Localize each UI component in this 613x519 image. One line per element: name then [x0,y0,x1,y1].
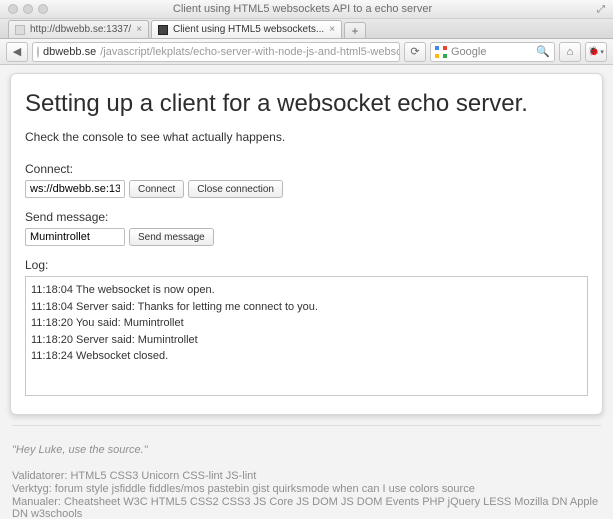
reload-button[interactable]: ⟳ [404,42,426,62]
tab-1[interactable]: Client using HTML5 websockets... × [151,20,342,38]
chevron-left-icon: ◀ [13,45,21,58]
connect-button[interactable]: Connect [129,180,184,198]
page-heading: Setting up a client for a websocket echo… [25,90,588,118]
zoom-window-button[interactable] [38,4,48,14]
chevron-down-icon: ▾ [600,48,604,56]
toolbar: ◀ dbwebb.se/javascript/lekplats/echo-ser… [0,39,613,65]
home-icon: ⌂ [567,46,574,58]
footer-quote: "Hey Luke, use the source." [12,444,601,456]
back-button[interactable]: ◀ [6,42,28,62]
log-output[interactable]: 11:18:04 The websocket is now open. 11:1… [25,276,588,396]
search-icon[interactable]: 🔍 [536,45,550,58]
connect-url-input[interactable] [25,180,125,198]
content-panel: Setting up a client for a websocket echo… [10,73,603,415]
minimize-window-button[interactable] [23,4,33,14]
reload-icon: ⟳ [410,45,419,58]
favicon-icon [15,25,25,35]
tab-label: Client using HTML5 websockets... [173,24,324,35]
tab-strip: http://dbwebb.se:1337/ × Client using HT… [0,19,613,39]
footer-manuals: Manualer: Cheatsheet W3C HTML5 CSS2 CSS3… [12,496,601,519]
firebug-icon: 🐞 [588,46,599,57]
connect-row: Connect Close connection [25,180,588,198]
page-viewport[interactable]: Setting up a client for a websocket echo… [0,65,613,519]
send-label: Send message: [25,210,588,224]
close-window-button[interactable] [8,4,18,14]
tab-label: http://dbwebb.se:1337/ [30,24,131,35]
new-tab-button[interactable]: + [344,22,366,38]
send-row: Send message [25,228,588,246]
page-subtitle: Check the console to see what actually h… [25,130,588,144]
footer-tools: Verktyg: forum style jsfiddle fiddles/mo… [12,483,601,495]
fullscreen-icon[interactable]: ⤢ [597,4,613,15]
url-bar[interactable]: dbwebb.se/javascript/lekplats/echo-serve… [32,42,400,62]
close-icon[interactable]: × [136,24,142,35]
close-connection-button[interactable]: Close connection [188,180,283,198]
tab-0[interactable]: http://dbwebb.se:1337/ × [8,20,149,38]
footer-validators: Validatorer: HTML5 CSS3 Unicorn CSS-lint… [12,470,601,482]
browser-window: Client using HTML5 websockets API to a e… [0,0,613,519]
log-label: Log: [25,258,588,272]
home-button[interactable]: ⌂ [559,42,581,62]
search-placeholder: Google [451,46,486,58]
url-path: /javascript/lekplats/echo-server-with-no… [100,46,400,58]
message-input[interactable] [25,228,125,246]
search-bar[interactable]: Google 🔍 [430,42,555,62]
globe-icon [37,46,39,58]
traffic-lights [0,4,48,14]
connect-label: Connect: [25,162,588,176]
window-title: Client using HTML5 websockets API to a e… [48,3,597,15]
url-host: dbwebb.se [43,46,96,58]
send-message-button[interactable]: Send message [129,228,214,246]
toolbox-button[interactable]: 🐞▾ [585,42,607,62]
titlebar: Client using HTML5 websockets API to a e… [0,0,613,19]
close-icon[interactable]: × [329,24,335,35]
favicon-icon [158,25,168,35]
page-footer: "Hey Luke, use the source." Validatorer:… [0,426,613,519]
google-icon [435,46,447,58]
